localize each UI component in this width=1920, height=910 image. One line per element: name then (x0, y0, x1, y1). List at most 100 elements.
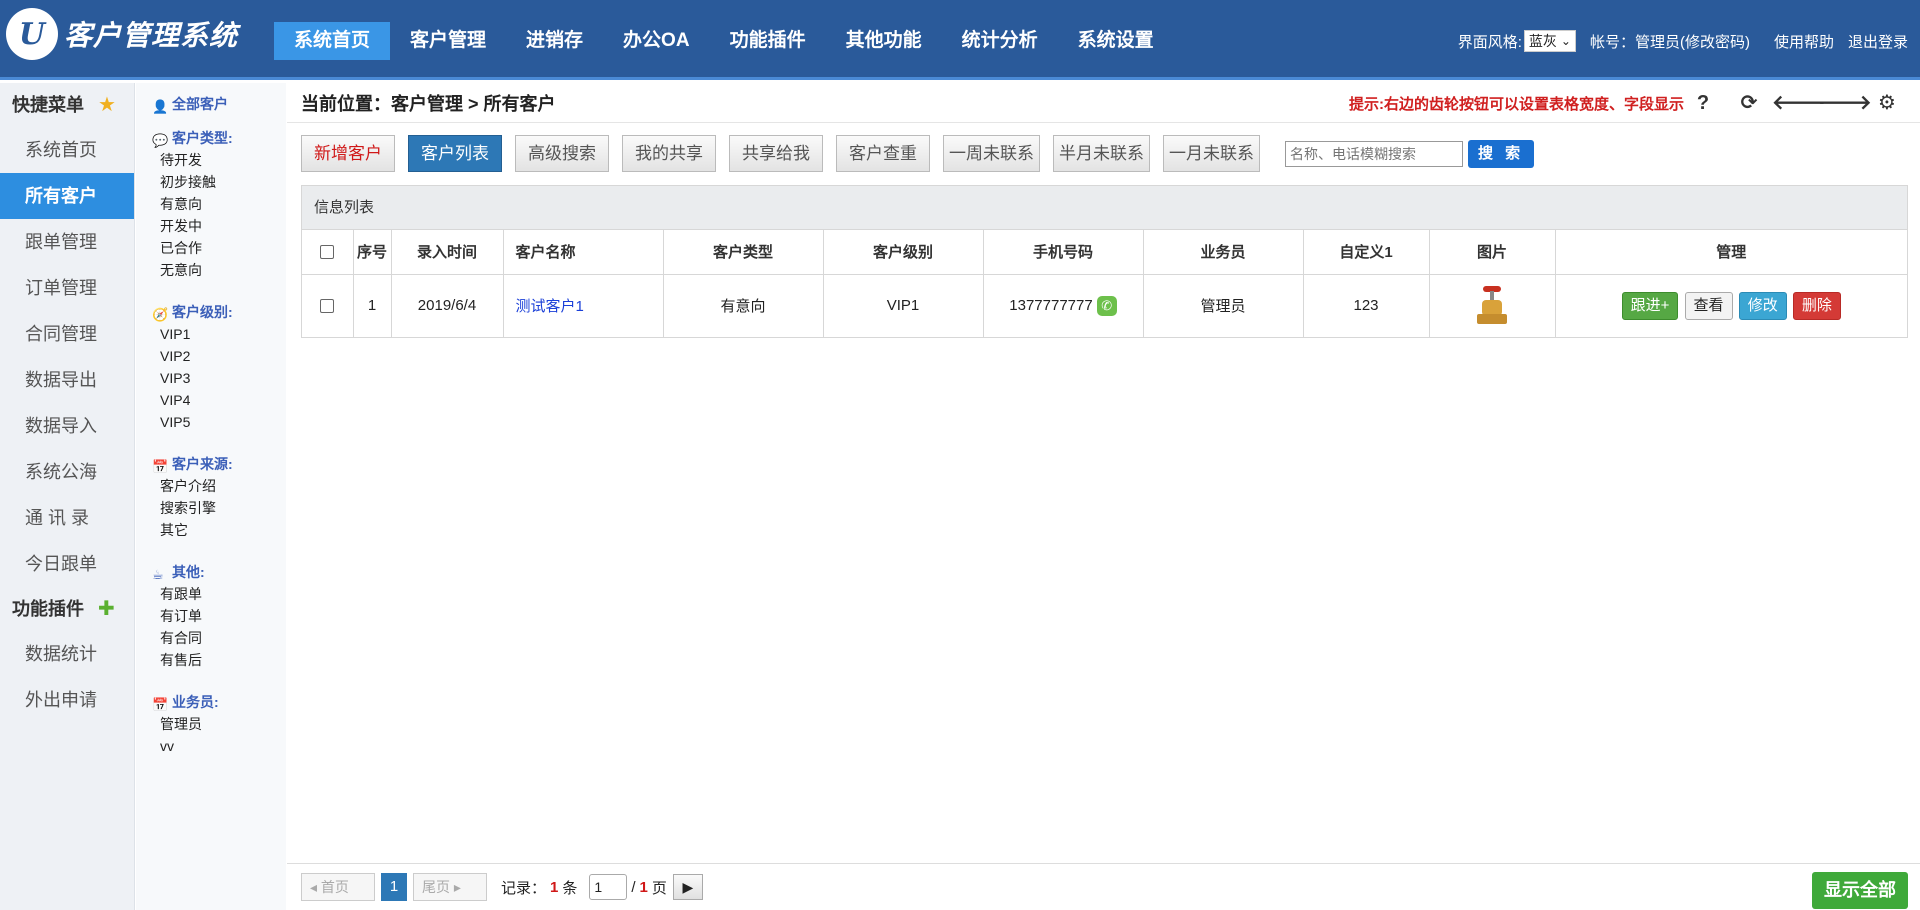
cat-type-item[interactable]: 有意向 (152, 193, 286, 215)
cat-type-item[interactable]: 待开发 (152, 149, 286, 171)
first-page-button[interactable]: ◂ 首页 (301, 873, 375, 901)
cat-type-item[interactable]: 无意向 (152, 259, 286, 281)
help-link[interactable]: 使用帮助 (1774, 31, 1834, 52)
go-page-button[interactable]: ▶ (672, 874, 703, 900)
nav-item-other[interactable]: 其他功能 (826, 22, 942, 60)
follow-up-button[interactable]: 跟进+ (1621, 291, 1679, 320)
refresh-icon[interactable]: ⟳ (1726, 89, 1772, 117)
cat-level-item[interactable]: VIP4 (152, 389, 286, 411)
cat-other-title: ☕ 其他: (152, 561, 286, 583)
nav-item-stats[interactable]: 统计分析 (942, 22, 1058, 60)
quick-item-import[interactable]: 数据导入 (0, 403, 134, 449)
quick-item-all-customers[interactable]: 所有客户 (0, 173, 134, 219)
cat-source-item[interactable]: 搜索引擎 (152, 497, 286, 519)
page-input[interactable]: 1 (589, 874, 628, 900)
add-customer-button[interactable]: 新增客户 (301, 135, 395, 172)
cat-sales-title: 📅 业务员: (152, 691, 286, 713)
cat-type-item[interactable]: 开发中 (152, 215, 286, 237)
cat-sales-group: 📅 业务员: 管理员 vv (136, 671, 286, 757)
quick-item-home[interactable]: 系统首页 (0, 127, 134, 173)
no-contact-week-button[interactable]: 一周未联系 (943, 135, 1040, 172)
cat-level-item[interactable]: VIP5 (152, 411, 286, 433)
product-thumbnail[interactable] (1477, 285, 1507, 326)
cat-level-label: 客户级别: (172, 304, 233, 320)
cat-other-item[interactable]: 有订单 (152, 605, 286, 627)
cat-source-item[interactable]: 其它 (152, 519, 286, 541)
cat-sales-item[interactable]: 管理员 (152, 713, 286, 735)
arrow-right-icon[interactable]: 🡒 (1818, 89, 1872, 117)
cat-level-item[interactable]: VIP1 (152, 323, 286, 345)
phone-number: 1377777777 (1009, 296, 1093, 314)
row-checkbox[interactable] (320, 299, 335, 314)
cat-source-title: 📅 客户来源: (152, 453, 286, 475)
quick-item-today[interactable]: 今日跟单 (0, 541, 134, 587)
quick-item-public-pool[interactable]: 系统公海 (0, 449, 134, 495)
search-input[interactable] (1285, 140, 1463, 167)
duplicate-check-button[interactable]: 客户查重 (836, 135, 930, 172)
advanced-search-button[interactable]: 高级搜索 (515, 135, 609, 172)
nav-item-settings[interactable]: 系统设置 (1058, 22, 1174, 60)
select-all-checkbox[interactable] (320, 245, 335, 260)
cat-type-item[interactable]: 已合作 (152, 237, 286, 259)
cat-type-item[interactable]: 初步接触 (152, 171, 286, 193)
pages-unit: 页 (651, 879, 667, 897)
help-icon[interactable]: ? (1680, 89, 1726, 117)
page-number-current[interactable]: 1 (381, 873, 407, 901)
cat-other-group: ☕ 其他: 有跟单 有订单 有合同 有售后 (136, 541, 286, 671)
quick-item-contracts[interactable]: 合同管理 (0, 311, 134, 357)
no-contact-halfmonth-button[interactable]: 半月未联系 (1053, 135, 1150, 172)
cat-other-item[interactable]: 有售后 (152, 649, 286, 671)
cat-other-item[interactable]: 有跟单 (152, 583, 286, 605)
quick-item-contacts[interactable]: 通 讯 录 (0, 495, 134, 541)
quick-item-followups[interactable]: 跟单管理 (0, 219, 134, 265)
delete-button[interactable]: 删除 (1792, 291, 1841, 320)
nav-item-office[interactable]: 办公OA (603, 22, 710, 60)
my-shared-button[interactable]: 我的共享 (622, 135, 716, 172)
plugin-item-outing[interactable]: 外出申请 (0, 677, 134, 723)
main-content: 当前位置：客户管理 > 所有客户 提示:右边的齿轮按钮可以设置表格宽度、字段显示… (287, 83, 1920, 910)
search-button[interactable]: 搜 索 (1468, 139, 1535, 168)
phone-icon[interactable]: ✆ (1096, 295, 1117, 316)
style-select[interactable]: 蓝灰 ⌄ (1523, 30, 1576, 52)
pager-info: 记录： 1 条 1 / 1 页 ▶ (501, 874, 703, 900)
nav-item-plugins[interactable]: 功能插件 (710, 22, 826, 60)
style-select-value: 蓝灰 (1528, 33, 1557, 49)
customer-list-button[interactable]: 客户列表 (408, 135, 502, 172)
cell-name: 测试客户1 (503, 274, 664, 337)
shared-to-me-button[interactable]: 共享给我 (729, 135, 823, 172)
plugin-menu-title: 功能插件 (12, 599, 84, 619)
cat-sales-item[interactable]: vv (152, 735, 286, 757)
cell-no: 1 (353, 274, 392, 337)
show-all-button[interactable]: 显示全部 (1812, 872, 1908, 909)
no-contact-month-button[interactable]: 一月未联系 (1163, 135, 1260, 172)
customer-name-link[interactable]: 测试客户1 (516, 298, 584, 315)
account-link[interactable]: 帐号：管理员(修改密码) (1590, 31, 1750, 52)
cat-level-item[interactable]: VIP3 (152, 367, 286, 389)
style-label: 界面风格: (1457, 33, 1522, 51)
pagination: ◂ 首页 1 尾页 ▸ 记录： 1 条 1 / 1 页 ▶ (301, 873, 703, 901)
nav-item-customers[interactable]: 客户管理 (390, 22, 506, 60)
arrow-left-icon[interactable]: 🡐 (1772, 89, 1826, 117)
quick-item-orders[interactable]: 订单管理 (0, 265, 134, 311)
calendar-icon: 📅 (152, 697, 169, 712)
select-all-cell (302, 230, 354, 275)
cat-level-item[interactable]: VIP2 (152, 345, 286, 367)
nav-item-inventory[interactable]: 进销存 (506, 22, 603, 60)
quick-menu-header: 快捷菜单 ★ (0, 83, 134, 127)
nav-item-home[interactable]: 系统首页 (274, 22, 391, 60)
edit-button[interactable]: 修改 (1738, 291, 1787, 320)
gear-icon[interactable]: ⚙ (1864, 89, 1910, 117)
cat-source-item[interactable]: 客户介绍 (152, 475, 286, 497)
action-button-row: 新增客户 客户列表 高级搜索 我的共享 共享给我 客户查重 一周未联系 半月未联… (301, 135, 1535, 172)
quick-item-export[interactable]: 数据导出 (0, 357, 134, 403)
logout-link[interactable]: 退出登录 (1848, 31, 1908, 52)
cat-other-item[interactable]: 有合同 (152, 627, 286, 649)
view-button[interactable]: 查看 (1684, 291, 1733, 320)
all-customers-link[interactable]: 👤 全部客户 (152, 93, 286, 115)
plugin-item-stats[interactable]: 数据统计 (0, 631, 134, 677)
puzzle-icon: ✚ (98, 598, 115, 620)
cat-source-label: 客户来源: (172, 456, 233, 472)
cat-all: 👤 全部客户 (136, 83, 286, 115)
last-page-button[interactable]: 尾页 ▸ (413, 873, 487, 901)
total-pages: 1 (639, 878, 648, 896)
